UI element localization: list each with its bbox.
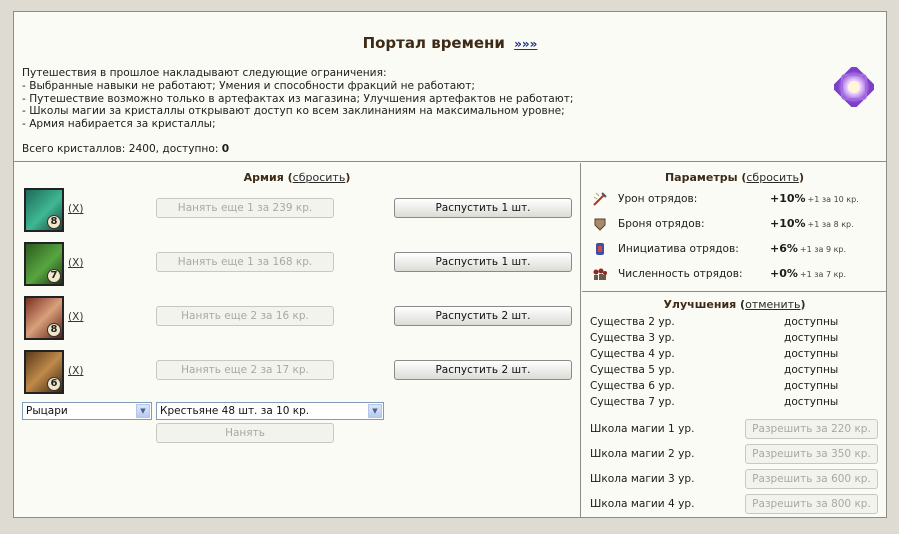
param-cost: +1 за 9 кр. <box>799 245 847 254</box>
damage-icon[interactable] <box>592 191 608 207</box>
dismiss-button[interactable]: Распустить 1 шт. <box>394 198 572 218</box>
upgrades-header: Улучшения (отменить) <box>663 298 806 311</box>
restriction-line: Путешествия в прошлое накладывают следую… <box>22 67 387 79</box>
restriction-line: - Школы магии за кристаллы открывают дос… <box>22 105 565 118</box>
upgrade-name: Существа 3 ур. <box>590 332 675 344</box>
param-row: Инициатива отрядов: +6% +1 за 9 кр. <box>582 239 887 259</box>
param-row: Урон отрядов: +10% +1 за 10 кр. <box>582 189 887 209</box>
upgrade-name: Школа магии 1 ур. <box>590 423 695 435</box>
army-header: Армия (сбросить) <box>243 171 351 184</box>
upgrade-name: Школа магии 3 ур. <box>590 473 695 485</box>
restriction-line: - Выбранные навыки не работают; Умения и… <box>22 79 475 92</box>
upgrade-status: доступны <box>784 364 839 376</box>
upgrade-status: доступны <box>784 316 839 328</box>
army-unit-row: 8 (X) Нанять еще 2 за 16 кр. Распустить … <box>14 296 581 342</box>
crystals-summary: Всего кристаллов: 2400, доступно: 0 <box>22 143 229 155</box>
allow-magic-button[interactable]: Разрешить за 350 кр. <box>745 444 878 464</box>
unit-select[interactable]: Крестьяне 48 шт. за 10 кр. ▼ <box>156 402 384 420</box>
troop-size-icon[interactable] <box>592 266 608 282</box>
upgrade-status: доступны <box>784 332 839 344</box>
unit-level-badge: 8 <box>47 323 61 337</box>
param-row: Численность отрядов: +0% +1 за 7 кр. <box>582 264 887 284</box>
portal-panel: Портал времени »»» Путешествия в прошлое… <box>13 11 887 518</box>
chevron-down-icon: ▼ <box>136 404 150 418</box>
allow-magic-button[interactable]: Разрешить за 600 кр. <box>745 469 878 489</box>
page-title-text: Портал времени <box>362 34 505 52</box>
param-value: +10% +1 за 10 кр. <box>770 192 859 205</box>
restriction-line: - Путешествие возможно только в артефакт… <box>22 92 574 105</box>
initiative-icon[interactable] <box>592 241 608 257</box>
upgrades-title: Улучшения <box>663 298 737 311</box>
crystals-available: 0 <box>221 143 230 155</box>
portal-header: Портал времени »»» Путешествия в прошлое… <box>14 12 886 162</box>
upgrade-status: доступны <box>784 396 839 408</box>
param-cost: +1 за 8 кр. <box>807 220 854 229</box>
upgrade-name: Существа 4 ур. <box>590 348 675 360</box>
upgrade-status: доступны <box>784 380 839 392</box>
hire-more-button[interactable]: Нанять еще 2 за 16 кр. <box>156 306 334 326</box>
green-dragon-icon[interactable]: 8 <box>24 188 64 232</box>
param-label: Урон отрядов: <box>618 193 698 205</box>
hire-more-button[interactable]: Нанять еще 1 за 239 кр. <box>156 198 334 218</box>
dismiss-button[interactable]: Распустить 2 шт. <box>394 306 572 326</box>
hire-button[interactable]: Нанять <box>156 423 334 443</box>
armor-icon[interactable] <box>592 216 608 232</box>
chevron-down-icon: ▼ <box>368 404 382 418</box>
param-cost: +1 за 7 кр. <box>799 270 847 279</box>
unit-level-badge: 8 <box>47 215 61 229</box>
parameters-header: Параметры (сбросить) <box>664 171 805 184</box>
param-cost: +1 за 10 кр. <box>807 195 859 204</box>
faction-select-value: Рыцари <box>26 405 68 417</box>
crystals-label: Всего кристаллов: 2400, доступно: <box>22 143 222 155</box>
army-unit-row: 6 (X) Нанять еще 2 за 17 кр. Распустить … <box>14 350 581 396</box>
hire-more-button[interactable]: Нанять еще 2 за 17 кр. <box>156 360 334 380</box>
upgrade-name: Школа магии 4 ур. <box>590 498 695 510</box>
upgrade-name: Существа 7 ур. <box>590 396 675 408</box>
army-title: Армия <box>243 171 284 184</box>
param-value: +10% +1 за 8 кр. <box>770 217 854 230</box>
unit-level-badge: 6 <box>47 377 61 391</box>
upgrade-name: Школа магии 2 ур. <box>590 448 695 460</box>
unit-select-value: Крестьяне 48 шт. за 10 кр. <box>160 405 310 417</box>
army-unit-row: 8 (X) Нанять еще 1 за 239 кр. Распустить… <box>14 188 581 234</box>
allow-magic-button[interactable]: Разрешить за 220 кр. <box>745 419 878 439</box>
faction-select[interactable]: Рыцари ▼ <box>22 402 152 420</box>
army-reset-link[interactable]: сбросить <box>293 171 346 184</box>
param-label: Численность отрядов: <box>618 268 743 280</box>
param-label: Броня отрядов: <box>618 218 705 230</box>
upgrade-name: Существа 6 ур. <box>590 380 675 392</box>
param-value: +6% +1 за 9 кр. <box>770 242 847 255</box>
param-label: Инициатива отрядов: <box>618 243 739 255</box>
hire-more-button[interactable]: Нанять еще 1 за 168 кр. <box>156 252 334 272</box>
army-section: Армия (сбросить) 8 (X) Нанять еще 1 за 2… <box>14 163 581 518</box>
green-dragon-head-icon[interactable]: 7 <box>24 242 64 286</box>
unit-remove-link[interactable]: (X) <box>68 311 83 323</box>
restriction-line: - Армия набирается за кристаллы; <box>22 118 216 131</box>
centaur-icon[interactable]: 6 <box>24 350 64 394</box>
upgrade-name: Существа 5 ур. <box>590 364 675 376</box>
army-unit-row: 7 (X) Нанять еще 1 за 168 кр. Распустить… <box>14 242 581 288</box>
parameters-title: Параметры <box>664 171 738 184</box>
parameters-reset-link[interactable]: сбросить <box>746 171 799 184</box>
upgrade-name: Существа 2 ур. <box>590 316 675 328</box>
param-row: Броня отрядов: +10% +1 за 8 кр. <box>582 214 887 234</box>
unit-remove-link[interactable]: (X) <box>68 257 83 269</box>
unit-level-badge: 7 <box>47 269 61 283</box>
upgrade-status: доступны <box>784 348 839 360</box>
page-title: Портал времени »»» <box>14 34 886 52</box>
title-more-link[interactable]: »»» <box>514 37 537 51</box>
param-value: +0% +1 за 7 кр. <box>770 267 847 280</box>
elf-warrior-icon[interactable]: 8 <box>24 296 64 340</box>
dismiss-button[interactable]: Распустить 1 шт. <box>394 252 572 272</box>
upgrades-cancel-link[interactable]: отменить <box>745 298 800 311</box>
dismiss-button[interactable]: Распустить 2 шт. <box>394 360 572 380</box>
upgrades-section: Улучшения (отменить) Существа 2 ур. дост… <box>582 292 887 518</box>
portal-icon <box>834 67 874 107</box>
restrictions-text: Путешествия в прошлое накладывают следую… <box>22 67 573 131</box>
allow-magic-button[interactable]: Разрешить за 800 кр. <box>745 494 878 514</box>
unit-remove-link[interactable]: (X) <box>68 203 83 215</box>
unit-remove-link[interactable]: (X) <box>68 365 83 377</box>
